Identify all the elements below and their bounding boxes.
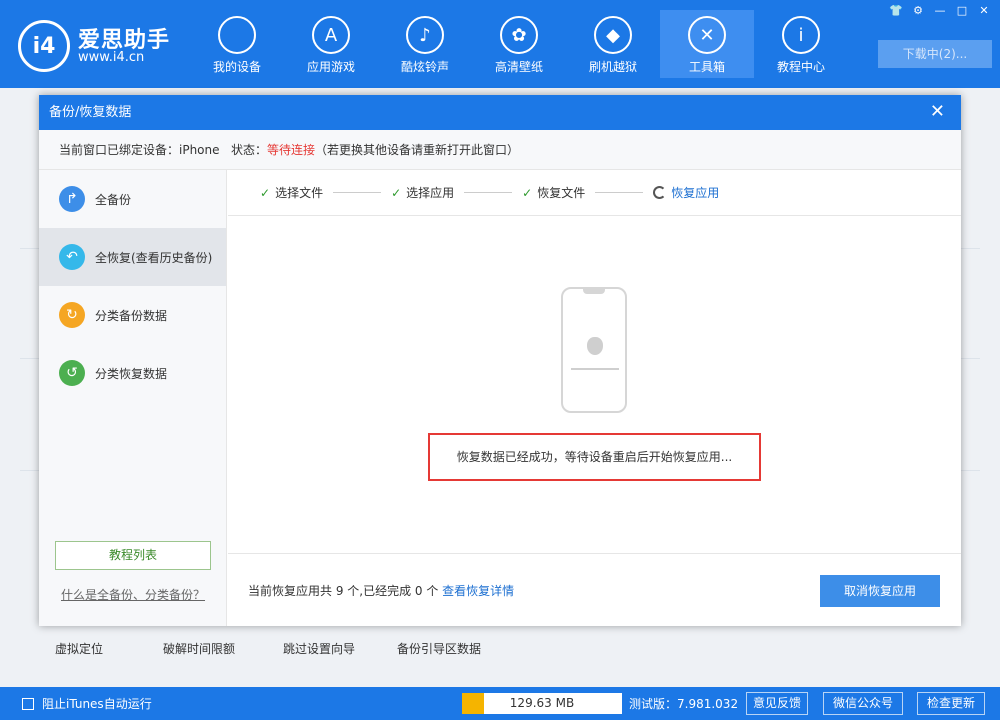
nav-item-0[interactable]: 我的设备 bbox=[190, 10, 284, 78]
step-connector bbox=[333, 192, 382, 193]
step-label: 选择文件 bbox=[275, 186, 324, 200]
nav-label: 刷机越狱 bbox=[588, 60, 637, 74]
sidebar-item-full-backup[interactable]: ↱ 全备份 bbox=[39, 170, 226, 228]
iphone-illustration-icon bbox=[561, 287, 627, 413]
block-itunes-label: 阻止iTunes自动运行 bbox=[42, 697, 152, 711]
bell-icon: ♪ bbox=[406, 16, 444, 54]
dialog-header: 备份/恢复数据 ✕ bbox=[39, 95, 961, 130]
nav-label: 工具箱 bbox=[688, 60, 725, 74]
cancel-restore-button[interactable]: 取消恢复应用 bbox=[820, 575, 940, 607]
nav-label: 我的设备 bbox=[212, 60, 261, 74]
dropbox-icon: ◆ bbox=[594, 16, 632, 54]
spinner-icon bbox=[653, 186, 667, 199]
status-value: 等待连接 bbox=[266, 143, 315, 157]
nav-item-5[interactable]: ✕ 工具箱 bbox=[660, 10, 754, 78]
main-nav: 我的设备 A 应用游戏 ♪ 酷炫铃声 ✿ 高清壁纸 ◆ 刷机越狱 ✕ 工具箱 i 教程中心 bbox=[190, 10, 848, 88]
flower-icon: ✿ bbox=[500, 16, 538, 54]
nav-item-1[interactable]: A 应用游戏 bbox=[284, 10, 378, 78]
step-connector bbox=[464, 192, 513, 193]
version-label: 测试版：7.981.032 bbox=[629, 697, 739, 711]
sidebar-item-label: 全恢复(查看历史备份) bbox=[95, 250, 213, 265]
nav-label: 酷炫铃声 bbox=[400, 60, 449, 74]
restore-status-message: 恢复数据已经成功，等待设备重启后开始恢复应用... bbox=[428, 433, 761, 481]
sidebar-item-full-restore[interactable]: ↶ 全恢复(查看历史备份) bbox=[39, 228, 226, 286]
tool-virtual-location[interactable]: 虚拟定位 bbox=[55, 640, 103, 657]
category-restore-icon: ↺ bbox=[59, 360, 85, 386]
storage-indicator: 129.63 MB bbox=[462, 693, 622, 714]
app-logo-icon: i4 bbox=[18, 20, 70, 72]
nav-item-3[interactable]: ✿ 高清壁纸 bbox=[472, 10, 566, 78]
step-select-apps: ✓ 选择应用 bbox=[391, 184, 454, 201]
close-icon[interactable]: ✕ bbox=[976, 4, 992, 18]
info-icon: i bbox=[782, 16, 820, 54]
wechat-button[interactable]: 微信公众号 bbox=[823, 692, 903, 715]
maximize-icon[interactable]: □ bbox=[954, 4, 970, 18]
block-itunes-checkbox[interactable] bbox=[22, 698, 34, 710]
dialog-footer: 当前恢复应用共 9 个,已经完成 0 个 查看恢复详情 取消恢复应用 bbox=[228, 553, 961, 626]
step-label: 恢复应用 bbox=[671, 186, 720, 200]
sidebar-item-category-backup[interactable]: ↻ 分类备份数据 bbox=[39, 286, 226, 344]
window-controls: 👕 ⚙ — □ ✕ bbox=[888, 4, 992, 18]
status-suffix: （若更换其他设备请重新打开此窗口） bbox=[314, 143, 519, 157]
check-update-button[interactable]: 检查更新 bbox=[917, 692, 985, 715]
top-header: i4 爱思助手 www.i4.cn 我的设备 A 应用游戏 ♪ 酷炫铃声 ✿ 高清壁纸 ◆ 刷机… bbox=[0, 0, 1000, 88]
download-button[interactable]: 下载中(2)... bbox=[878, 40, 992, 68]
apple-icon bbox=[218, 16, 256, 54]
tool-screen-time-crack[interactable]: 破解时间限额 bbox=[163, 640, 235, 657]
dialog-close-icon[interactable]: ✕ bbox=[930, 95, 945, 128]
nav-label: 应用游戏 bbox=[306, 60, 355, 74]
nav-item-6[interactable]: i 教程中心 bbox=[754, 10, 848, 78]
restore-progress-summary: 当前恢复应用共 9 个,已经完成 0 个 bbox=[248, 584, 439, 598]
phone-progress-bar bbox=[571, 368, 619, 370]
sidebar-item-label: 分类备份数据 bbox=[95, 308, 168, 323]
nav-item-4[interactable]: ◆ 刷机越狱 bbox=[566, 10, 660, 78]
gear-icon[interactable]: ⚙ bbox=[910, 4, 926, 18]
check-icon: ✓ bbox=[391, 185, 402, 200]
view-restore-details-link[interactable]: 查看恢复详情 bbox=[442, 584, 514, 598]
dialog-title: 备份/恢复数据 bbox=[49, 105, 132, 120]
check-icon: ✓ bbox=[260, 185, 271, 200]
backup-restore-dialog: 备份/恢复数据 ✕ 当前窗口已绑定设备：iPhone 状态：等待连接（若更换其他… bbox=[39, 95, 961, 626]
storage-text: 129.63 MB bbox=[509, 696, 575, 710]
tutorial-list-button[interactable]: 教程列表 bbox=[55, 541, 211, 570]
faq-link[interactable]: 什么是全备份、分类备份？ bbox=[61, 586, 205, 603]
sidebar-item-label: 全备份 bbox=[95, 192, 132, 207]
app-url: www.i4.cn bbox=[78, 50, 145, 65]
sidebar-item-category-restore[interactable]: ↺ 分类恢复数据 bbox=[39, 344, 226, 402]
tools-icon: ✕ bbox=[688, 16, 726, 54]
backup-arrow-icon: ↱ bbox=[59, 186, 85, 212]
restore-main-panel: ✓ 选择文件 ✓ 选择应用 ✓ 恢复文件 恢复应用 恢复数据已经成功，等待设备重启后开… bbox=[228, 170, 961, 626]
nav-item-2[interactable]: ♪ 酷炫铃声 bbox=[378, 10, 472, 78]
appstore-icon: A bbox=[312, 16, 350, 54]
sidebar-item-label: 分类恢复数据 bbox=[95, 366, 168, 381]
feedback-button[interactable]: 意见反馈 bbox=[746, 692, 808, 715]
check-icon: ✓ bbox=[522, 185, 533, 200]
restore-steps: ✓ 选择文件 ✓ 选择应用 ✓ 恢复文件 恢复应用 bbox=[228, 170, 961, 216]
phone-notch bbox=[583, 288, 605, 294]
shirt-icon[interactable]: 👕 bbox=[888, 4, 904, 18]
restore-progress-text: 当前恢复应用共 9 个,已经完成 0 个 查看恢复详情 bbox=[248, 582, 514, 599]
dialog-sidebar: ↱ 全备份 ↶ 全恢复(查看历史备份) ↻ 分类备份数据 ↺ 分类恢复数据 教程… bbox=[39, 170, 227, 626]
minimize-icon[interactable]: — bbox=[932, 4, 948, 18]
step-connector bbox=[595, 192, 644, 193]
tool-backup-bootloader[interactable]: 备份引导区数据 bbox=[397, 640, 481, 657]
nav-label: 高清壁纸 bbox=[494, 60, 543, 74]
step-restore-files: ✓ 恢复文件 bbox=[522, 184, 585, 201]
restore-arrow-icon: ↶ bbox=[59, 244, 85, 270]
device-status-bar: 当前窗口已绑定设备：iPhone 状态：等待连接（若更换其他设备请重新打开此窗口… bbox=[39, 130, 961, 170]
nav-label: 教程中心 bbox=[776, 60, 825, 74]
apple-logo-icon bbox=[587, 337, 603, 355]
status-prefix: 当前窗口已绑定设备：iPhone 状态： bbox=[59, 143, 267, 157]
step-label: 选择应用 bbox=[406, 186, 455, 200]
category-backup-icon: ↻ bbox=[59, 302, 85, 328]
bottom-status-bar: 阻止iTunes自动运行 129.63 MB 测试版：7.981.032 意见反… bbox=[0, 687, 1000, 720]
tool-skip-setup[interactable]: 跳过设置向导 bbox=[283, 640, 355, 657]
step-label: 恢复文件 bbox=[537, 186, 586, 200]
step-select-files: ✓ 选择文件 bbox=[260, 184, 323, 201]
step-restore-apps: 恢复应用 bbox=[653, 184, 719, 201]
